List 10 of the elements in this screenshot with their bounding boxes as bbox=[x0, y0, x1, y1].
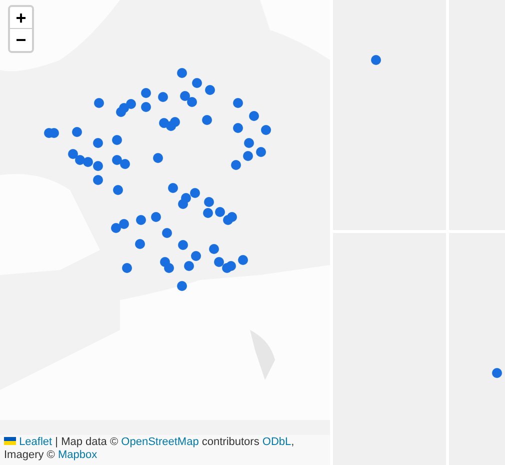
mapbox-link[interactable]: Mapbox bbox=[58, 449, 98, 461]
openstreetmap-link[interactable]: OpenStreetMap bbox=[121, 436, 199, 448]
leaflet-link[interactable]: Leaflet bbox=[19, 436, 52, 448]
odbl-link[interactable]: ODbL bbox=[262, 436, 292, 448]
attribution-text: Leaflet | Map data © OpenStreetMap contributors ODbL, Imagery © Mapbox bbox=[4, 436, 296, 462]
map-drawing[interactable] bbox=[0, 0, 330, 435]
marker-pin-icon[interactable] bbox=[492, 368, 502, 378]
flag-icon bbox=[4, 437, 16, 445]
marker-pin-icon[interactable] bbox=[371, 55, 381, 65]
zoom-button[interactable]: + bbox=[10, 7, 32, 29]
